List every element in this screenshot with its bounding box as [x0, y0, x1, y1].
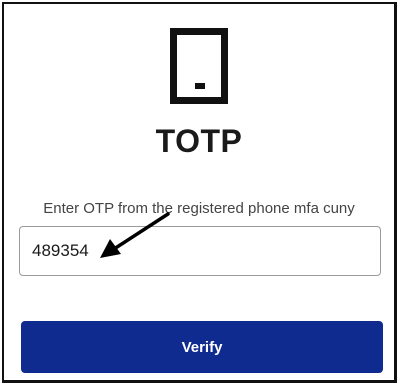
otp-field-label: Enter OTP from the registered phone mfa …: [43, 200, 355, 217]
verify-button[interactable]: Verify: [21, 321, 383, 373]
otp-input[interactable]: [19, 226, 381, 276]
mobile-phone-icon: [170, 28, 228, 104]
page-title: TOTP: [155, 123, 243, 159]
totp-card: TOTP Enter OTP from the registered phone…: [2, 2, 397, 383]
